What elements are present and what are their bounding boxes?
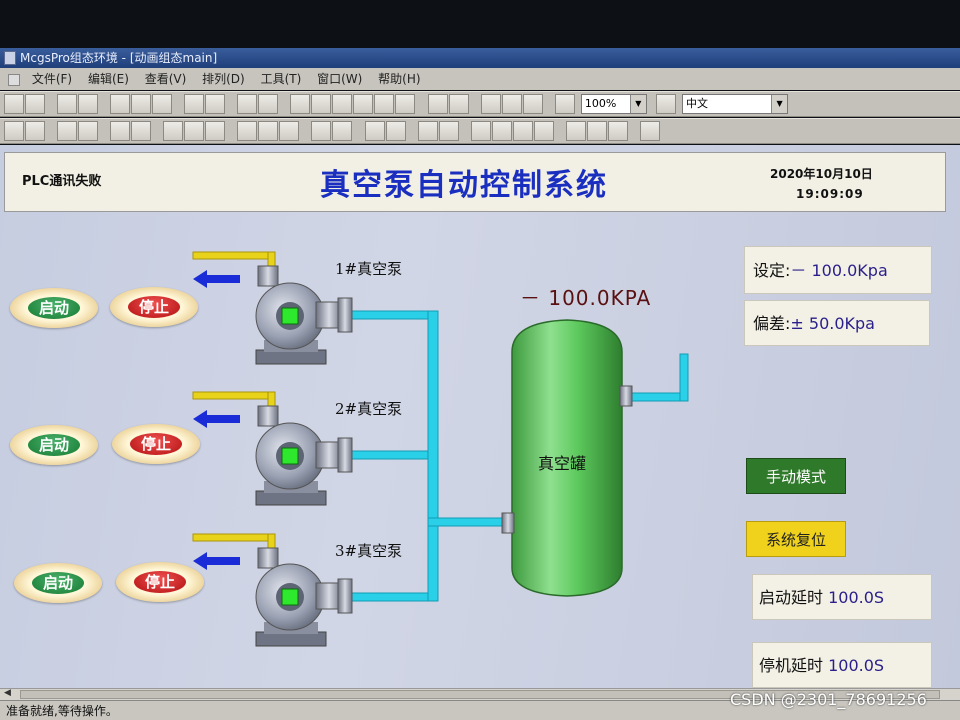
stop-label: 停止 [130, 433, 182, 455]
pump2-label: 2#真空泵 [335, 400, 403, 418]
stop-delay-label: 停机延时 [759, 656, 824, 675]
pump-icon [255, 405, 353, 506]
start-delay-box[interactable]: 启动延时 100.0S [752, 574, 932, 620]
scroll-left-icon[interactable]: ◀ [4, 688, 11, 698]
pump2-start-button[interactable]: 启动 [10, 425, 98, 465]
start-delay-label: 启动延时 [759, 588, 824, 607]
system-reset-button[interactable]: 系统复位 [746, 521, 846, 557]
pump1-label: 1#真空泵 [335, 260, 403, 278]
stop-delay-value: 100.0S [828, 656, 885, 675]
pump1-start-button[interactable]: 启动 [10, 288, 98, 328]
stop-label: 停止 [134, 571, 186, 593]
pump3-stop-button[interactable]: 停止 [116, 562, 204, 602]
stop-label: 停止 [128, 296, 180, 318]
pump3-label: 3#真空泵 [335, 542, 403, 560]
pump3-start-button[interactable]: 启动 [14, 563, 102, 603]
setpoint-box[interactable]: 设定:－ 100.0Kpa [744, 246, 932, 294]
pump-icon [255, 265, 353, 365]
deviation-label: 偏差: [753, 314, 791, 333]
setpoint-value: － 100.0Kpa [790, 261, 888, 280]
manual-mode-button[interactable]: 手动模式 [746, 458, 846, 494]
deviation-value: ± 50.0Kpa [790, 314, 875, 333]
stop-delay-box[interactable]: 停机延时 100.0S [752, 642, 932, 688]
start-delay-value: 100.0S [828, 588, 885, 607]
start-label: 启动 [28, 434, 80, 456]
setpoint-label: 设定: [753, 261, 791, 280]
start-label: 启动 [32, 572, 84, 594]
pump1-stop-button[interactable]: 停止 [110, 287, 198, 327]
tank-pressure-value: － 100.0KPA [520, 286, 652, 310]
pump-icon [255, 547, 353, 647]
status-text: 准备就绪,等待操作。 [6, 704, 118, 718]
pump2-stop-button[interactable]: 停止 [112, 424, 200, 464]
tank-label: 真空罐 [538, 454, 587, 473]
arrow-left-icon [193, 270, 240, 570]
start-label: 启动 [28, 297, 80, 319]
deviation-box[interactable]: 偏差:± 50.0Kpa [744, 300, 930, 346]
watermark: CSDN @2301_78691256 [730, 690, 927, 709]
